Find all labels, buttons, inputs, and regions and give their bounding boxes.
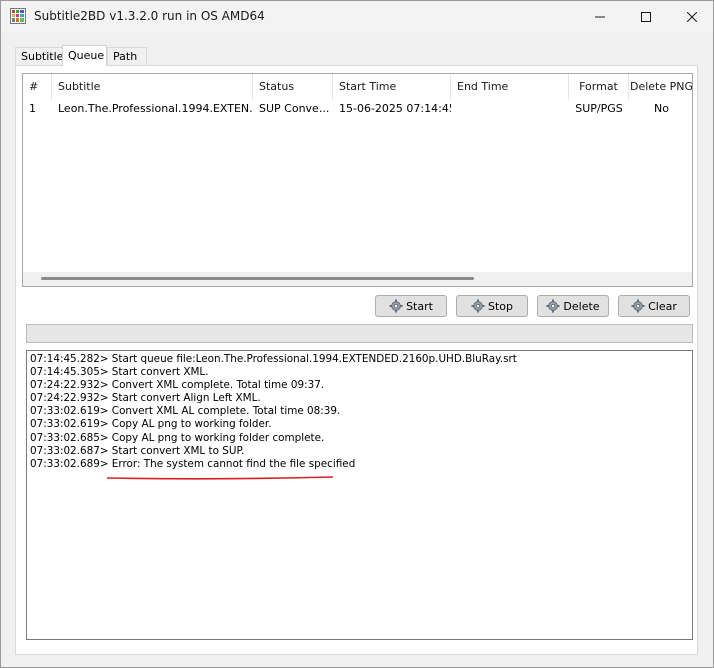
title-bar[interactable]: Subtitle2BD v1.3.2.0 run in OS AMD64	[1, 1, 713, 32]
row-start-time: 15-06-2025 07:14:45	[339, 102, 451, 115]
gear-icon	[471, 299, 485, 313]
start-button[interactable]: Start	[375, 295, 447, 317]
client-area: Subtitle Queue Path # Subtitle Status St…	[1, 32, 713, 667]
app-window: Subtitle2BD v1.3.2.0 run in OS AMD64 Sub…	[0, 0, 714, 668]
tab-label: Subtitle	[21, 50, 64, 63]
tab-queue[interactable]: Queue	[62, 45, 107, 66]
minimize-button[interactable]	[577, 1, 623, 32]
maximize-button[interactable]	[623, 1, 669, 32]
clear-button[interactable]: Clear	[618, 295, 690, 317]
gear-icon	[389, 299, 403, 313]
row-number: 1	[29, 102, 36, 115]
column-header-end-time[interactable]: End Time	[451, 74, 569, 100]
column-header-number[interactable]: #	[23, 74, 52, 100]
scrollbar-thumb[interactable]	[41, 277, 474, 280]
log-line: 07:24:22.932> Start convert Align Left X…	[30, 392, 261, 405]
tab-label: Path	[113, 50, 138, 63]
log-line: 07:33:02.687> Start convert XML to SUP.	[30, 444, 245, 457]
queue-list-header: # Subtitle Status Start Time End Time Fo…	[23, 74, 692, 100]
tab-subtitle[interactable]: Subtitle	[15, 47, 63, 65]
window-title: Subtitle2BD v1.3.2.0 run in OS AMD64	[34, 9, 265, 23]
row-format: SUP/PGS	[575, 102, 623, 115]
close-icon	[687, 11, 697, 22]
row-delete-png: No	[654, 102, 669, 115]
row-subtitle: Leon.The.Professional.1994.EXTEN...	[58, 102, 253, 115]
stop-button[interactable]: Stop	[456, 295, 528, 317]
start-button-label: Start	[406, 299, 433, 313]
maximize-icon	[641, 11, 651, 22]
log-line: 07:33:02.619> Copy AL png to working fol…	[30, 418, 272, 431]
minimize-icon	[595, 16, 605, 17]
error-underline-annotation	[107, 476, 333, 480]
log-line: 07:33:02.619> Convert XML AL complete. T…	[30, 405, 341, 418]
table-row[interactable]: 1 Leon.The.Professional.1994.EXTEN... SU…	[23, 100, 692, 118]
column-header-format[interactable]: Format	[569, 74, 629, 100]
progress-bar	[26, 324, 693, 343]
app-icon	[10, 8, 26, 24]
delete-button-label: Delete	[563, 299, 600, 313]
queue-tab-panel: # Subtitle Status Start Time End Time Fo…	[15, 65, 698, 655]
log-line-error: 07:33:02.689> Error: The system cannot f…	[30, 457, 356, 470]
row-status: SUP Conve...	[259, 102, 330, 115]
delete-button[interactable]: Delete	[537, 295, 609, 317]
column-header-start-time[interactable]: Start Time	[333, 74, 451, 100]
column-header-status[interactable]: Status	[253, 74, 333, 100]
stop-button-label: Stop	[487, 299, 513, 313]
log-line: 07:33:02.685> Copy AL png to working fol…	[30, 431, 325, 444]
log-line: 07:24:22.932> Convert XML complete. Tota…	[30, 379, 325, 392]
log-line: 07:14:45.282> Start queue file:Leon.The.…	[30, 353, 517, 365]
log-textbox[interactable]: 07:14:45.282> Start queue file:Leon.The.…	[26, 350, 693, 640]
tab-label: Queue	[68, 49, 105, 62]
tab-path[interactable]: Path	[107, 47, 147, 65]
gear-icon	[631, 299, 645, 313]
log-line: 07:14:45.305> Start convert XML.	[30, 366, 209, 379]
row-end-time	[451, 100, 569, 118]
horizontal-scrollbar[interactable]	[23, 272, 692, 286]
gear-icon	[546, 299, 560, 313]
column-header-subtitle[interactable]: Subtitle	[52, 74, 253, 100]
column-header-delete-png[interactable]: Delete PNG	[629, 74, 692, 100]
clear-button-label: Clear	[648, 299, 677, 313]
close-button[interactable]	[669, 1, 714, 32]
queue-list[interactable]: # Subtitle Status Start Time End Time Fo…	[22, 73, 693, 287]
